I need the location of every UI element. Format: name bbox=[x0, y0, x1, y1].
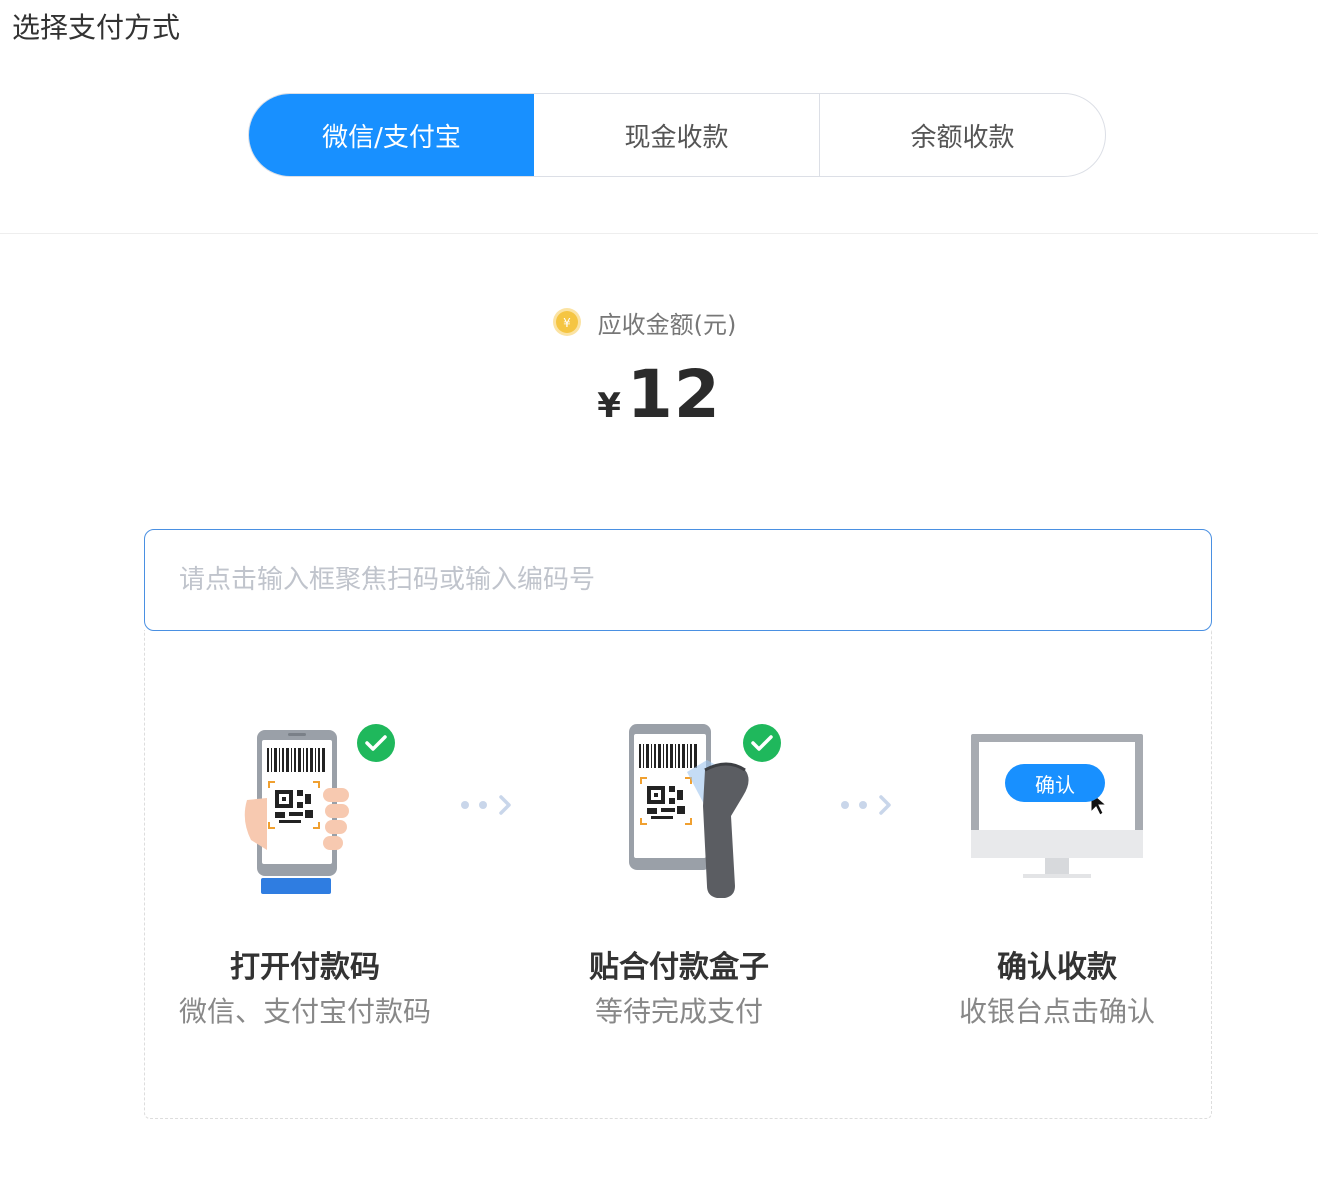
payment-guide-panel: 确认 打开付款码 微信、支付宝付款码 贴合付款盒子 等待完成支付 确认收款 收银… bbox=[144, 630, 1212, 1119]
tab-balance[interactable]: 余额收款 bbox=[819, 94, 1105, 176]
check-circle-icon bbox=[743, 724, 781, 762]
step-arrow-icon bbox=[841, 795, 891, 815]
tab-wechat-alipay[interactable]: 微信/支付宝 bbox=[249, 94, 534, 176]
coin-icon: ¥ bbox=[552, 308, 581, 336]
svg-text:¥: ¥ bbox=[563, 316, 571, 330]
amount-due: ¥ 12 bbox=[0, 356, 1318, 440]
step-2-title: 贴合付款盒子 bbox=[589, 950, 769, 985]
step-1-title: 打开付款码 bbox=[230, 950, 380, 985]
payment-method-tabs: 微信/支付宝 现金收款 余额收款 bbox=[248, 93, 1106, 177]
step-3-desc: 收银台点击确认 bbox=[958, 995, 1155, 1028]
amount-label: 应收金额(元) bbox=[597, 310, 737, 339]
step-3-title: 确认收款 bbox=[997, 950, 1117, 985]
check-circle-icon bbox=[357, 724, 395, 762]
step-arrow-icon bbox=[461, 795, 511, 815]
page-title: 选择支付方式 bbox=[12, 11, 181, 44]
tab-cash[interactable]: 现金收款 bbox=[534, 94, 819, 176]
section-divider bbox=[0, 233, 1318, 234]
monitor-confirm-icon: 确认 bbox=[971, 734, 1143, 886]
screen-confirm-label: 确认 bbox=[1005, 764, 1105, 802]
step-2-desc: 等待完成支付 bbox=[594, 995, 763, 1028]
amount-value: 12 bbox=[626, 356, 721, 433]
step-1-desc: 微信、支付宝付款码 bbox=[178, 995, 431, 1028]
currency-symbol: ¥ bbox=[597, 386, 621, 426]
amount-label-row: ¥ 应收金额(元) bbox=[0, 300, 1318, 344]
scan-code-input[interactable] bbox=[144, 529, 1212, 631]
